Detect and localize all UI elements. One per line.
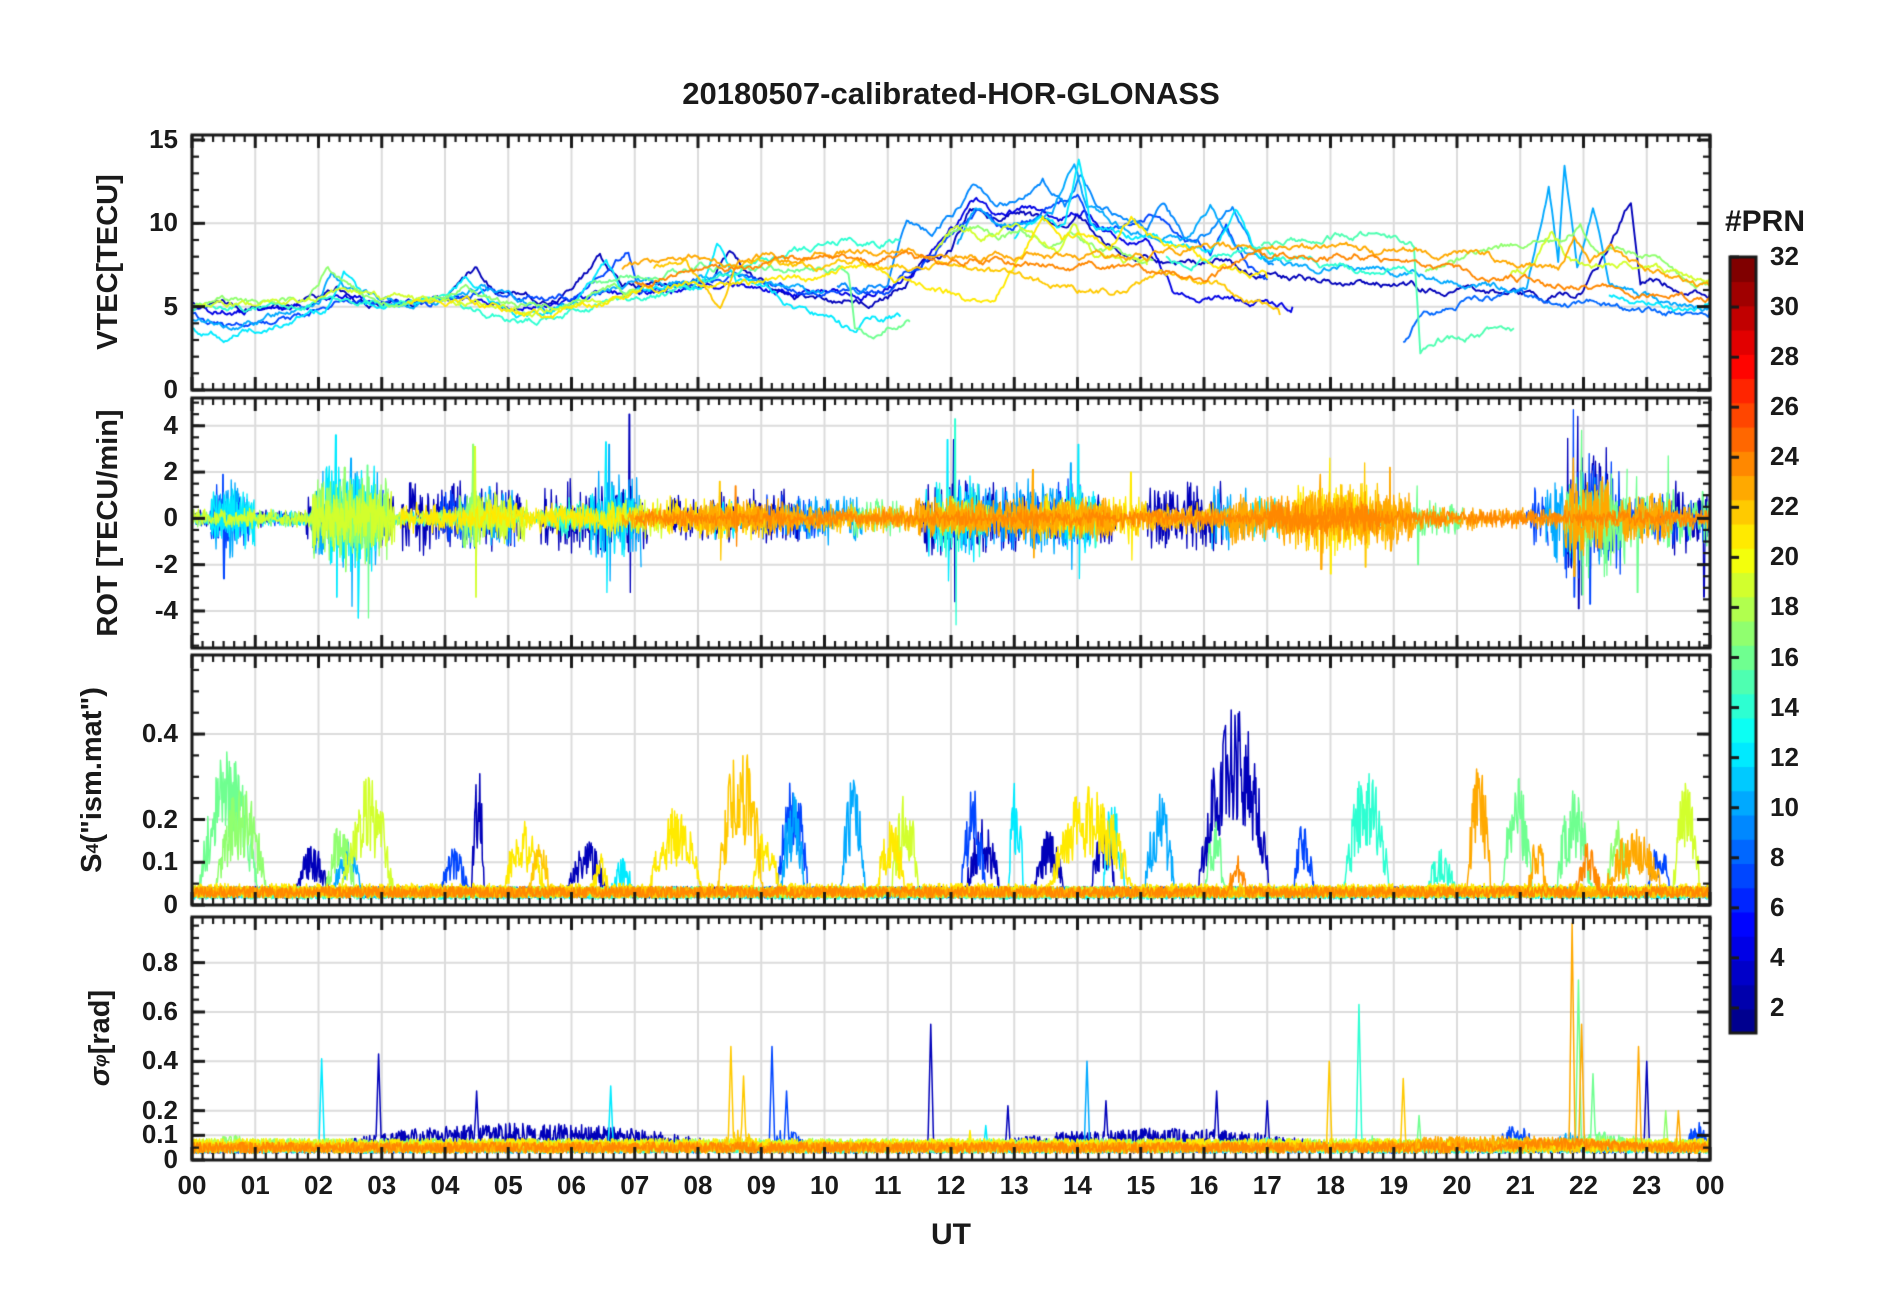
- y-tick-label: -2: [154, 548, 178, 579]
- x-tick-label: 05: [493, 1170, 523, 1200]
- x-tick-label: 15: [1126, 1170, 1156, 1200]
- figure: 20180507-calibrated-HOR-GLONASS VTEC[TEC…: [0, 0, 1902, 1292]
- y-tick-label: 0: [163, 889, 178, 919]
- x-tick-label: 02: [304, 1170, 333, 1200]
- y-tick-label: 0.8: [141, 946, 178, 977]
- y-tick-label: 5: [163, 290, 178, 321]
- x-tick-label: 00: [1695, 1170, 1725, 1200]
- colorbar-tick-label: 12: [1770, 741, 1799, 772]
- x-tick-label: 11: [874, 1170, 902, 1200]
- x-tick-label: 06: [557, 1170, 586, 1200]
- y-tick-label: 4: [163, 409, 178, 440]
- y-tick-label: 0.4: [141, 1045, 178, 1076]
- x-tick-label: 18: [1316, 1170, 1345, 1200]
- x-tick-label: 04: [430, 1170, 460, 1200]
- colorbar-tick-label: 14: [1770, 691, 1799, 722]
- colorbar-tick-label: 20: [1770, 541, 1799, 572]
- x-tick-label: 13: [999, 1170, 1029, 1200]
- x-tick-label: 08: [683, 1170, 713, 1200]
- x-tick-label: 14: [1063, 1170, 1092, 1200]
- colorbar-tick-label: 32: [1770, 241, 1799, 271]
- figure-canvas: [0, 0, 1902, 1292]
- y-tick-label: 15: [149, 124, 178, 154]
- colorbar-tick-label: 26: [1770, 391, 1799, 422]
- colorbar-tick-label: 6: [1770, 891, 1785, 922]
- x-tick-label: 19: [1379, 1170, 1409, 1200]
- x-tick-label: 16: [1189, 1170, 1219, 1200]
- x-tick-label: 23: [1632, 1170, 1662, 1200]
- colorbar-tick-label: 28: [1770, 341, 1799, 372]
- y-axis-label-s4: S4 ("ism.mat"): [75, 687, 108, 873]
- x-axis-label: UT: [931, 1218, 971, 1251]
- y-tick-label: 0.2: [141, 803, 178, 834]
- y-tick-label: 0.1: [141, 846, 178, 877]
- x-tick-label: 21: [1505, 1170, 1535, 1200]
- colorbar-tick-label: 10: [1770, 791, 1799, 822]
- colorbar-tick-label: 4: [1770, 941, 1785, 972]
- y-tick-label: 0.4: [141, 718, 178, 749]
- y-tick-label: 2: [163, 456, 178, 487]
- y-tick-label: 0.6: [141, 995, 178, 1026]
- x-tick-label: 07: [620, 1170, 650, 1200]
- y-tick-label: -4: [154, 594, 178, 625]
- y-axis-label-vtec: VTEC[TECU]: [91, 174, 124, 350]
- y-tick-label: 0: [163, 502, 178, 533]
- colorbar-tick-label: 18: [1770, 591, 1799, 622]
- y-tick-label: 10: [149, 207, 178, 238]
- x-tick-label: 01: [240, 1170, 270, 1200]
- colorbar-tick-label: 16: [1770, 641, 1799, 672]
- y-tick-label: 0.2: [141, 1094, 178, 1125]
- colorbar-tick-label: 30: [1770, 291, 1799, 322]
- chart-title: 20180507-calibrated-HOR-GLONASS: [682, 76, 1220, 111]
- x-tick-label: 03: [367, 1170, 397, 1200]
- colorbar-tick-label: 22: [1770, 491, 1799, 522]
- x-tick-label: 10: [810, 1170, 839, 1200]
- x-tick-label: 20: [1442, 1170, 1472, 1200]
- x-tick-label: 12: [936, 1170, 966, 1200]
- colorbar-title: #PRN: [1724, 205, 1806, 238]
- x-tick-label: 17: [1252, 1170, 1282, 1200]
- y-tick-label: 0: [163, 374, 178, 404]
- colorbar-tick-label: 24: [1770, 441, 1799, 472]
- x-tick-label: 09: [746, 1170, 776, 1200]
- colorbar-tick-label: 2: [1770, 991, 1785, 1022]
- colorbar-tick-label: 8: [1770, 841, 1785, 872]
- x-tick-label: 22: [1569, 1170, 1598, 1200]
- x-tick-label: 00: [177, 1170, 207, 1200]
